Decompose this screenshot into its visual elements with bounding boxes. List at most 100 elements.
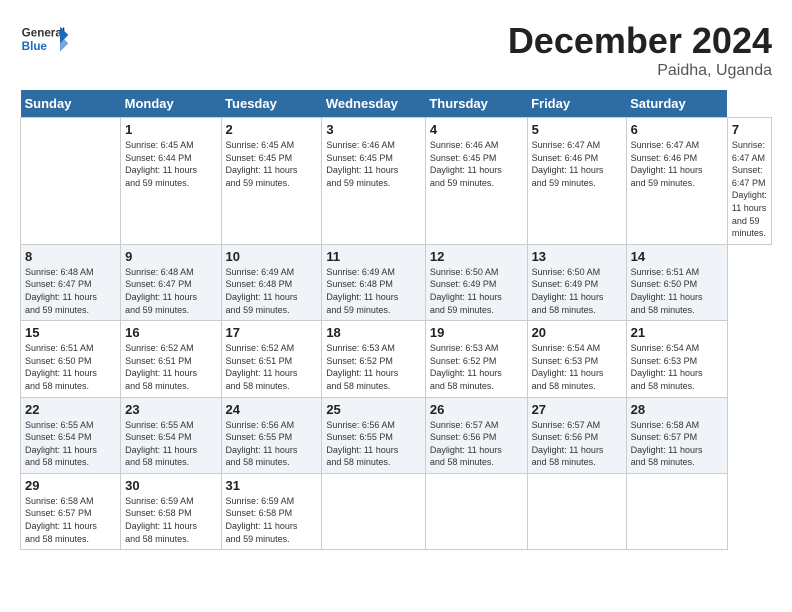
day-info: Sunrise: 6:45 AM Sunset: 6:45 PM Dayligh… bbox=[226, 139, 318, 189]
calendar-day-cell bbox=[626, 473, 727, 549]
day-of-week-header: Saturday bbox=[626, 90, 727, 118]
calendar-day-cell: 5 Sunrise: 6:47 AM Sunset: 6:46 PM Daylig… bbox=[527, 118, 626, 245]
calendar-table: SundayMondayTuesdayWednesdayThursdayFrid… bbox=[20, 90, 772, 550]
calendar-header-row: SundayMondayTuesdayWednesdayThursdayFrid… bbox=[21, 90, 772, 118]
day-number: 22 bbox=[25, 402, 116, 417]
calendar-day-cell: 23 Sunrise: 6:55 AM Sunset: 6:54 PM Dayli… bbox=[121, 397, 221, 473]
day-info: Sunrise: 6:46 AM Sunset: 6:45 PM Dayligh… bbox=[430, 139, 523, 189]
day-number: 29 bbox=[25, 478, 116, 493]
day-of-week-header: Sunday bbox=[21, 90, 121, 118]
day-number: 13 bbox=[532, 249, 622, 264]
day-info: Sunrise: 6:55 AM Sunset: 6:54 PM Dayligh… bbox=[125, 419, 216, 469]
calendar-week-row: 1 Sunrise: 6:45 AM Sunset: 6:44 PM Daylig… bbox=[21, 118, 772, 245]
day-number: 17 bbox=[226, 325, 318, 340]
page-header: General Blue December 2024 Paidha, Ugand… bbox=[20, 20, 772, 80]
calendar-day-cell: 25 Sunrise: 6:56 AM Sunset: 6:55 PM Dayli… bbox=[322, 397, 426, 473]
day-number: 19 bbox=[430, 325, 523, 340]
calendar-day-cell: 4 Sunrise: 6:46 AM Sunset: 6:45 PM Daylig… bbox=[425, 118, 527, 245]
calendar-day-cell: 22 Sunrise: 6:55 AM Sunset: 6:54 PM Dayli… bbox=[21, 397, 121, 473]
day-number: 16 bbox=[125, 325, 216, 340]
day-number: 10 bbox=[226, 249, 318, 264]
calendar-day-cell: 29 Sunrise: 6:58 AM Sunset: 6:57 PM Dayli… bbox=[21, 473, 121, 549]
day-number: 18 bbox=[326, 325, 421, 340]
day-info: Sunrise: 6:47 AM Sunset: 6:46 PM Dayligh… bbox=[532, 139, 622, 189]
calendar-day-cell: 16 Sunrise: 6:52 AM Sunset: 6:51 PM Dayli… bbox=[121, 321, 221, 397]
calendar-day-cell: 24Sunrise: 6:56 AM Sunset: 6:55 PM Dayli… bbox=[221, 397, 322, 473]
day-number: 1 bbox=[125, 122, 216, 137]
day-number: 9 bbox=[125, 249, 216, 264]
day-number: 26 bbox=[430, 402, 523, 417]
calendar-day-cell: 26 Sunrise: 6:57 AM Sunset: 6:56 PM Dayli… bbox=[425, 397, 527, 473]
day-info: Sunrise: 6:56 AM Sunset: 6:55 PM Dayligh… bbox=[326, 419, 421, 469]
calendar-day-cell: 31Sunrise: 6:59 AM Sunset: 6:58 PM Dayli… bbox=[221, 473, 322, 549]
day-number: 24 bbox=[226, 402, 318, 417]
day-number: 25 bbox=[326, 402, 421, 417]
day-info: Sunrise: 6:53 AM Sunset: 6:52 PM Dayligh… bbox=[326, 342, 421, 392]
calendar-day-cell: 1 Sunrise: 6:45 AM Sunset: 6:44 PM Daylig… bbox=[121, 118, 221, 245]
day-info: Sunrise: 6:52 AM Sunset: 6:51 PM Dayligh… bbox=[226, 342, 318, 392]
day-number: 23 bbox=[125, 402, 216, 417]
day-number: 4 bbox=[430, 122, 523, 137]
day-info: Sunrise: 6:54 AM Sunset: 6:53 PM Dayligh… bbox=[631, 342, 723, 392]
logo-icon: General Blue bbox=[20, 20, 70, 60]
svg-text:General: General bbox=[22, 27, 65, 40]
day-info: Sunrise: 6:55 AM Sunset: 6:54 PM Dayligh… bbox=[25, 419, 116, 469]
day-of-week-header: Monday bbox=[121, 90, 221, 118]
day-number: 7 bbox=[732, 122, 767, 137]
calendar-week-row: 15 Sunrise: 6:51 AM Sunset: 6:50 PM Dayli… bbox=[21, 321, 772, 397]
calendar-day-cell: 9 Sunrise: 6:48 AM Sunset: 6:47 PM Daylig… bbox=[121, 244, 221, 320]
day-number: 5 bbox=[532, 122, 622, 137]
svg-text:Blue: Blue bbox=[22, 40, 48, 53]
calendar-day-cell: 11 Sunrise: 6:49 AM Sunset: 6:48 PM Dayli… bbox=[322, 244, 426, 320]
calendar-week-row: 29 Sunrise: 6:58 AM Sunset: 6:57 PM Dayli… bbox=[21, 473, 772, 549]
day-info: Sunrise: 6:59 AM Sunset: 6:58 PM Dayligh… bbox=[226, 495, 318, 545]
day-info: Sunrise: 6:57 AM Sunset: 6:56 PM Dayligh… bbox=[430, 419, 523, 469]
day-number: 28 bbox=[631, 402, 723, 417]
day-info: Sunrise: 6:49 AM Sunset: 6:48 PM Dayligh… bbox=[326, 266, 421, 316]
day-number: 27 bbox=[532, 402, 622, 417]
day-info: Sunrise: 6:50 AM Sunset: 6:49 PM Dayligh… bbox=[430, 266, 523, 316]
day-info: Sunrise: 6:49 AM Sunset: 6:48 PM Dayligh… bbox=[226, 266, 318, 316]
day-number: 6 bbox=[631, 122, 723, 137]
calendar-day-cell: 28Sunrise: 6:58 AM Sunset: 6:57 PM Dayli… bbox=[626, 397, 727, 473]
calendar-day-cell: 18 Sunrise: 6:53 AM Sunset: 6:52 PM Dayli… bbox=[322, 321, 426, 397]
calendar-day-cell: 17 Sunrise: 6:52 AM Sunset: 6:51 PM Dayli… bbox=[221, 321, 322, 397]
day-number: 14 bbox=[631, 249, 723, 264]
day-number: 15 bbox=[25, 325, 116, 340]
calendar-day-cell: 3 Sunrise: 6:46 AM Sunset: 6:45 PM Daylig… bbox=[322, 118, 426, 245]
calendar-day-cell: 21Sunrise: 6:54 AM Sunset: 6:53 PM Dayli… bbox=[626, 321, 727, 397]
calendar-day-cell: 6Sunrise: 6:47 AM Sunset: 6:46 PM Daylig… bbox=[626, 118, 727, 245]
day-info: Sunrise: 6:53 AM Sunset: 6:52 PM Dayligh… bbox=[430, 342, 523, 392]
calendar-day-cell: 13Sunrise: 6:50 AM Sunset: 6:49 PM Dayli… bbox=[527, 244, 626, 320]
day-info: Sunrise: 6:57 AM Sunset: 6:56 PM Dayligh… bbox=[532, 419, 622, 469]
day-info: Sunrise: 6:47 AM Sunset: 6:47 PM Dayligh… bbox=[732, 139, 767, 240]
calendar-day-cell: 8 Sunrise: 6:48 AM Sunset: 6:47 PM Daylig… bbox=[21, 244, 121, 320]
empty-cell bbox=[21, 118, 121, 245]
calendar-week-row: 8 Sunrise: 6:48 AM Sunset: 6:47 PM Daylig… bbox=[21, 244, 772, 320]
day-number: 3 bbox=[326, 122, 421, 137]
calendar-day-cell: 2 Sunrise: 6:45 AM Sunset: 6:45 PM Daylig… bbox=[221, 118, 322, 245]
calendar-day-cell bbox=[322, 473, 426, 549]
logo: General Blue bbox=[20, 20, 74, 60]
day-info: Sunrise: 6:48 AM Sunset: 6:47 PM Dayligh… bbox=[125, 266, 216, 316]
day-number: 11 bbox=[326, 249, 421, 264]
day-number: 12 bbox=[430, 249, 523, 264]
day-number: 2 bbox=[226, 122, 318, 137]
day-info: Sunrise: 6:46 AM Sunset: 6:45 PM Dayligh… bbox=[326, 139, 421, 189]
day-info: Sunrise: 6:51 AM Sunset: 6:50 PM Dayligh… bbox=[631, 266, 723, 316]
day-info: Sunrise: 6:58 AM Sunset: 6:57 PM Dayligh… bbox=[25, 495, 116, 545]
day-info: Sunrise: 6:54 AM Sunset: 6:53 PM Dayligh… bbox=[532, 342, 622, 392]
month-title: December 2024 bbox=[508, 20, 772, 62]
day-info: Sunrise: 6:48 AM Sunset: 6:47 PM Dayligh… bbox=[25, 266, 116, 316]
calendar-day-cell: 30Sunrise: 6:59 AM Sunset: 6:58 PM Dayli… bbox=[121, 473, 221, 549]
calendar-week-row: 22 Sunrise: 6:55 AM Sunset: 6:54 PM Dayli… bbox=[21, 397, 772, 473]
day-of-week-header: Tuesday bbox=[221, 90, 322, 118]
day-info: Sunrise: 6:45 AM Sunset: 6:44 PM Dayligh… bbox=[125, 139, 216, 189]
day-info: Sunrise: 6:52 AM Sunset: 6:51 PM Dayligh… bbox=[125, 342, 216, 392]
day-info: Sunrise: 6:51 AM Sunset: 6:50 PM Dayligh… bbox=[25, 342, 116, 392]
location: Paidha, Uganda bbox=[508, 62, 772, 80]
calendar-day-cell bbox=[425, 473, 527, 549]
day-number: 30 bbox=[125, 478, 216, 493]
calendar-day-cell: 27 Sunrise: 6:57 AM Sunset: 6:56 PM Dayli… bbox=[527, 397, 626, 473]
day-number: 8 bbox=[25, 249, 116, 264]
